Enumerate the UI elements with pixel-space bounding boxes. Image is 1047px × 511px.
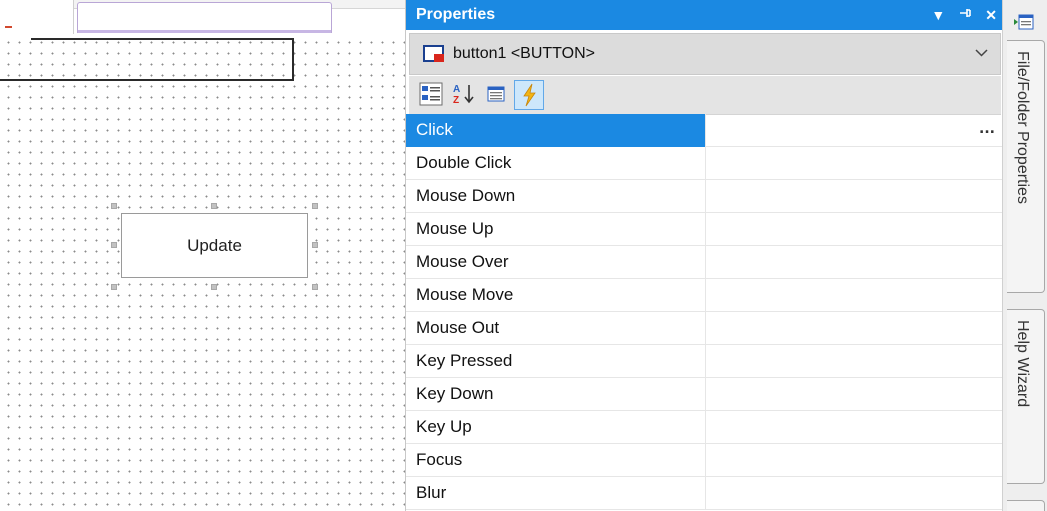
event-row-mouse-out[interactable]: Mouse Out <box>406 312 1003 345</box>
events-button[interactable] <box>514 80 544 110</box>
ellipsis-button[interactable]: ... <box>979 114 995 144</box>
selected-object-label: button1 <BUTTON> <box>453 45 595 62</box>
resize-handle-top-left[interactable] <box>111 203 117 209</box>
event-name: Mouse Down <box>406 180 706 213</box>
event-value-field[interactable] <box>706 411 1003 444</box>
resize-handle-bottom-right[interactable] <box>312 284 318 290</box>
event-row-mouse-over[interactable]: Mouse Over <box>406 246 1003 279</box>
event-value-field[interactable]: ... <box>706 114 1003 147</box>
property-pages-icon <box>487 86 505 102</box>
chevron-down-icon[interactable] <box>975 34 988 74</box>
event-name: Mouse Move <box>406 279 706 312</box>
side-tab-label: File/Folder Properties <box>1014 51 1031 204</box>
object-selector-dropdown[interactable]: button1 <BUTTON> <box>409 33 1001 75</box>
tab-marker-icon <box>5 26 12 28</box>
event-value-field[interactable] <box>706 180 1003 213</box>
canvas-top-area <box>0 0 405 40</box>
event-row-focus[interactable]: Focus <box>406 444 1003 477</box>
event-value-field[interactable] <box>706 147 1003 180</box>
event-value-field[interactable] <box>706 312 1003 345</box>
event-row-key-down[interactable]: Key Down <box>406 378 1003 411</box>
event-row-mouse-move[interactable]: Mouse Move <box>406 279 1003 312</box>
tab-next[interactable] <box>1007 500 1045 511</box>
events-lightning-icon <box>523 83 536 107</box>
event-row-blur[interactable]: Blur <box>406 477 1003 510</box>
update-button[interactable]: Update <box>121 213 308 278</box>
container-frame-top <box>31 38 294 40</box>
svg-text:A: A <box>453 84 460 95</box>
event-name: Mouse Up <box>406 213 706 246</box>
event-name: Double Click <box>406 147 706 180</box>
svg-text:Z: Z <box>453 95 459 106</box>
resize-handle-bottom[interactable] <box>211 284 217 290</box>
property-pages-button[interactable] <box>482 80 512 110</box>
event-name: Click <box>406 114 706 147</box>
panel-menu-dropdown-icon[interactable]: ▼ <box>931 0 945 30</box>
resize-handle-right[interactable] <box>312 242 318 248</box>
event-name: Mouse Over <box>406 246 706 279</box>
tab-file-folder-properties[interactable]: File/Folder Properties <box>1007 40 1045 293</box>
event-value-field[interactable] <box>706 345 1003 378</box>
event-row-key-pressed[interactable]: Key Pressed <box>406 345 1003 378</box>
event-value-field[interactable] <box>706 477 1003 510</box>
side-tab-strip: File/Folder Properties Help Wizard <box>1002 0 1047 511</box>
event-name: Focus <box>406 444 706 477</box>
categorized-button[interactable] <box>417 80 447 110</box>
event-row-click[interactable]: Click ... <box>406 114 1003 147</box>
event-name: Mouse Out <box>406 312 706 345</box>
resize-handle-left[interactable] <box>111 242 117 248</box>
side-tab-label: Help Wizard <box>1014 320 1031 408</box>
pin-icon[interactable] <box>958 0 972 30</box>
button-object-icon <box>423 45 444 62</box>
design-canvas[interactable]: Update <box>0 0 405 511</box>
event-value-field[interactable] <box>706 246 1003 279</box>
properties-title-bar: Properties ▼ ✕ <box>406 0 1003 30</box>
alphabetical-button[interactable]: A Z <box>449 80 479 110</box>
properties-panel: Properties ▼ ✕ button1 <BUTTON> A Z Clic… <box>405 0 1003 511</box>
event-row-mouse-up[interactable]: Mouse Up <box>406 213 1003 246</box>
container-frame-right <box>292 38 294 80</box>
document-tab[interactable] <box>0 0 74 34</box>
event-name: Key Down <box>406 378 706 411</box>
update-button-label: Update <box>187 235 242 255</box>
alphabetical-sort-icon: A Z <box>453 84 474 106</box>
properties-title: Properties <box>416 6 496 23</box>
event-name: Key Up <box>406 411 706 444</box>
event-value-field[interactable] <box>706 378 1003 411</box>
container-frame-bottom[interactable] <box>0 79 294 81</box>
resize-handle-top[interactable] <box>211 203 217 209</box>
event-row-double-click[interactable]: Double Click <box>406 147 1003 180</box>
event-name: Key Pressed <box>406 345 706 378</box>
properties-toolbar: A Z <box>409 76 1001 115</box>
document-tab-active[interactable] <box>77 2 332 33</box>
event-name: Blur <box>406 477 706 510</box>
resize-handle-top-right[interactable] <box>312 203 318 209</box>
categorized-icon <box>419 82 443 106</box>
event-grid: Click ... Double Click Mouse Down Mouse … <box>406 114 1003 510</box>
event-row-key-up[interactable]: Key Up <box>406 411 1003 444</box>
close-icon[interactable]: ✕ <box>985 0 997 30</box>
event-row-mouse-down[interactable]: Mouse Down <box>406 180 1003 213</box>
event-value-field[interactable] <box>706 279 1003 312</box>
tab-help-wizard[interactable]: Help Wizard <box>1007 309 1045 484</box>
event-value-field[interactable] <box>706 213 1003 246</box>
properties-window-icon[interactable] <box>1011 10 1037 34</box>
event-value-field[interactable] <box>706 444 1003 477</box>
resize-handle-bottom-left[interactable] <box>111 284 117 290</box>
